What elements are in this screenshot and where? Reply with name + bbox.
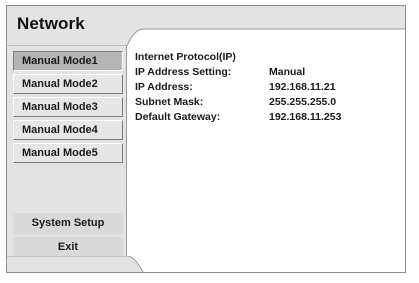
system-setup-button[interactable]: System Setup (13, 213, 123, 234)
default-gateway-label: Default Gateway: (135, 111, 221, 123)
subnet-mask-row: Subnet Mask: 255.255.255.0 (135, 95, 400, 110)
ip-settings-panel: Internet Protocol(IP) IP Address Setting… (135, 50, 400, 125)
ip-address-setting-label: IP Address Setting: (135, 66, 232, 78)
manual-mode4-button[interactable]: Manual Mode4 (13, 120, 123, 140)
manual-mode3-button[interactable]: Manual Mode3 (13, 97, 123, 117)
sidebar: Manual Mode1 Manual Mode2 Manual Mode3 M… (7, 46, 127, 258)
default-gateway-row: Default Gateway: 192.168.11.253 (135, 110, 400, 125)
network-window: Network Manual Mode1 Manual Mode2 Manual… (6, 5, 406, 273)
ip-address-setting-value: Manual (269, 66, 306, 78)
ip-address-setting-row: IP Address Setting: Manual (135, 65, 400, 80)
ip-address-row: IP Address: 192.168.11.21 (135, 80, 400, 95)
ip-address-label: IP Address: (135, 81, 193, 93)
ip-address-value: 192.168.11.21 (269, 81, 336, 93)
subnet-mask-value: 255.255.255.0 (269, 96, 337, 108)
footer-bar (7, 256, 144, 272)
page-title: Network (17, 14, 85, 33)
default-gateway-value: 192.168.11.253 (269, 111, 342, 123)
subnet-mask-label: Subnet Mask: (135, 96, 204, 108)
exit-button[interactable]: Exit (13, 237, 123, 258)
manual-mode5-button[interactable]: Manual Mode5 (13, 143, 123, 163)
manual-mode2-button[interactable]: Manual Mode2 (13, 74, 123, 94)
manual-mode1-button[interactable]: Manual Mode1 (13, 51, 123, 71)
ip-section-heading: Internet Protocol(IP) (135, 51, 236, 63)
